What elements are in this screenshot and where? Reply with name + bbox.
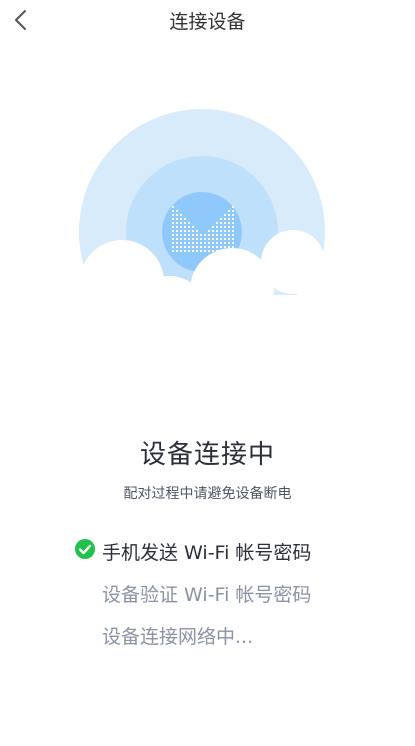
connection-illustration xyxy=(0,90,415,355)
top-nav: 连接设备 xyxy=(0,0,415,40)
step-send-wifi: 手机发送 Wi-Fi 帐号密码 xyxy=(102,542,312,564)
page-title: 连接设备 xyxy=(169,11,246,33)
step-verify-wifi: 设备验证 Wi-Fi 帐号密码 xyxy=(102,584,312,606)
status-subtitle: 配对过程中请避免设备断电 xyxy=(123,486,292,502)
connect-device-screen: 连接设备 设备连接中 配对过程中请避免设备断电 手机发送 Wi-Fi 帐号密码 … xyxy=(0,0,415,746)
check-circle-icon xyxy=(75,539,95,559)
connection-illustration-svg xyxy=(30,109,390,355)
status-title: 设备连接中 xyxy=(139,440,275,470)
step-connect-network: 设备连接网络中... xyxy=(102,626,254,648)
